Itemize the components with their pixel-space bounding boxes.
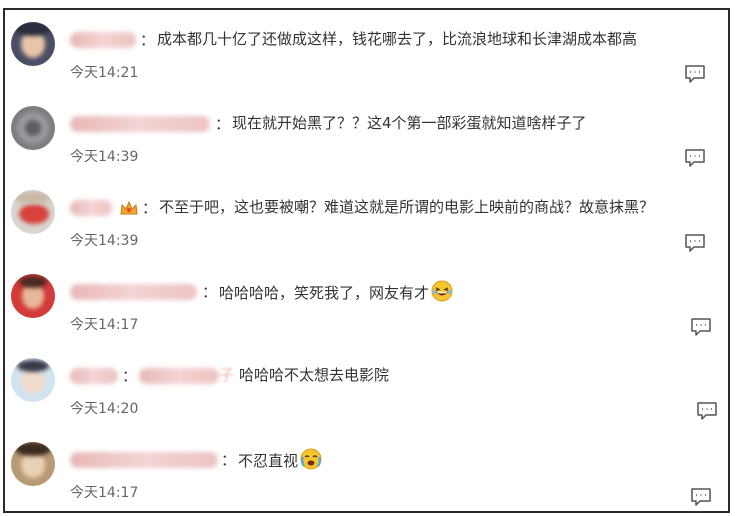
- laughing-emoji-icon: [431, 280, 453, 302]
- comment-text: 不至于吧，这也要被嘲？难道这就是所谓的电影上映前的商战？故意抹黑？: [159, 198, 655, 216]
- timestamp: 今天14:20: [70, 401, 139, 417]
- avatar[interactable]: [11, 190, 55, 234]
- avatar[interactable]: [11, 442, 55, 486]
- comment-text: 成本都几十亿了还做成这样，钱花哪去了，比流浪地球和长津湖成本都高: [157, 30, 638, 48]
- comment-item: ： 现在就开始黑了？？这4个第一部彩蛋就知道啥样子了 今天14:39: [5, 94, 728, 178]
- comment-item: ： 哈哈哈哈，笑死我了，网友有才 今天14:17: [5, 262, 728, 346]
- avatar[interactable]: [11, 106, 55, 150]
- timestamp: 今天14:17: [70, 485, 139, 501]
- username[interactable]: [70, 452, 218, 468]
- colon: ：: [215, 115, 231, 133]
- comment-item: ： 不忍直视 今天14:17: [5, 430, 728, 514]
- avatar[interactable]: [11, 22, 55, 66]
- colon: ：: [142, 199, 158, 217]
- avatar[interactable]: [11, 274, 55, 318]
- username[interactable]: [70, 284, 197, 300]
- crown-badge-icon: [120, 200, 138, 215]
- mentioned-user[interactable]: [139, 368, 219, 384]
- comment-text: 不忍直视: [238, 448, 322, 471]
- username[interactable]: [70, 32, 136, 48]
- mention-suffix[interactable]: 子: [219, 364, 234, 385]
- comment-text: 现在就开始黑了？？这4个第一部彩蛋就知道啥样子了: [232, 114, 587, 132]
- colon: ：: [140, 31, 156, 49]
- avatar[interactable]: [11, 358, 55, 402]
- comment-text: 哈哈哈不太想去电影院: [239, 366, 390, 384]
- timestamp: 今天14:17: [70, 317, 139, 333]
- comment-text: 哈哈哈哈，笑死我了，网友有才: [219, 280, 453, 303]
- comment-item: ： 成本都几十亿了还做成这样，钱花哪去了，比流浪地球和长津湖成本都高 今天14:…: [5, 10, 728, 94]
- username[interactable]: [70, 368, 118, 384]
- colon: ：: [221, 451, 237, 469]
- colon: ：: [122, 367, 138, 385]
- comment-bubble-icon[interactable]: [691, 488, 711, 506]
- crying-laughing-emoji-icon: [300, 448, 322, 470]
- comment-list-frame: ： 成本都几十亿了还做成这样，钱花哪去了，比流浪地球和长津湖成本都高 今天14:…: [3, 8, 730, 513]
- comment-bubble-icon[interactable]: [685, 149, 705, 167]
- timestamp: 今天14:21: [70, 65, 139, 81]
- colon: ：: [202, 283, 218, 301]
- comment-bubble-icon[interactable]: [697, 402, 717, 420]
- comment-bubble-icon[interactable]: [691, 318, 711, 336]
- comment-bubble-icon[interactable]: [685, 234, 705, 252]
- comment-bubble-icon[interactable]: [685, 65, 705, 83]
- comment-item: ： 子 哈哈哈不太想去电影院 今天14:20: [5, 346, 728, 430]
- comment-item: ： 不至于吧，这也要被嘲？难道这就是所谓的电影上映前的商战？故意抹黑？ 今天14…: [5, 178, 728, 262]
- username[interactable]: [70, 200, 112, 216]
- timestamp: 今天14:39: [70, 149, 139, 165]
- timestamp: 今天14:39: [70, 233, 139, 249]
- username[interactable]: [70, 116, 210, 132]
